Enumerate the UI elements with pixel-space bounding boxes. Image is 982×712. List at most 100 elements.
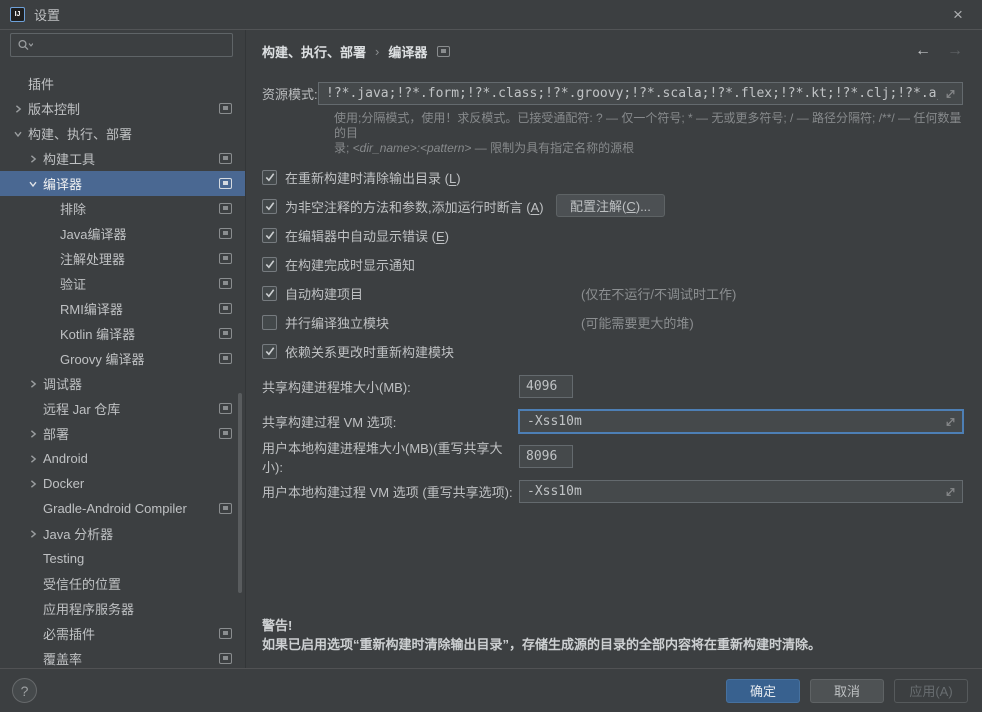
sidebar-item-11[interactable]: Groovy 编译器 (0, 346, 245, 371)
cancel-button[interactable]: 取消 (810, 679, 884, 703)
sidebar-item-label: 排除 (60, 199, 86, 218)
search-input[interactable] (37, 38, 226, 53)
checkbox-row-4: 自动构建项目(仅在不运行/不调试时工作) (262, 283, 963, 303)
sidebar-item-19[interactable]: Testing (0, 546, 245, 571)
chevron-down-icon[interactable] (13, 126, 28, 141)
sidebar-item-15[interactable]: Android (0, 446, 245, 471)
heap-size-input[interactable] (519, 375, 573, 398)
sidebar-item-label: 应用程序服务器 (43, 599, 134, 618)
apply-button[interactable]: 应用(A) (894, 679, 968, 703)
sidebar-item-2[interactable]: 构建、执行、部署 (0, 121, 245, 146)
vm-options-input[interactable] (519, 480, 963, 503)
per-project-icon (219, 228, 232, 239)
checkbox[interactable] (262, 257, 277, 272)
sidebar-item-7[interactable]: 注解处理器 (0, 246, 245, 271)
sidebar-item-1[interactable]: 版本控制 (0, 96, 245, 121)
sidebar-item-20[interactable]: 受信任的位置 (0, 571, 245, 596)
expand-icon[interactable] (945, 416, 956, 427)
field-row-3: 用户本地构建过程 VM 选项 (重写共享选项): (262, 479, 963, 504)
checkbox-label-text: 为非空注释的方法和参数,添加运行时断言 ( (285, 200, 531, 215)
sidebar-item-label: Kotlin 编译器 (60, 324, 135, 343)
sidebar-item-22[interactable]: 必需插件 (0, 621, 245, 646)
per-project-icon (219, 503, 232, 514)
sidebar-item-18[interactable]: Java 分析器 (0, 521, 245, 546)
sidebar-item-10[interactable]: Kotlin 编译器 (0, 321, 245, 346)
checkbox[interactable] (262, 315, 277, 330)
per-project-icon (437, 46, 450, 57)
sidebar-item-label: Gradle-Android Compiler (43, 501, 187, 516)
checkbox[interactable] (262, 228, 277, 243)
close-button[interactable]: × (944, 6, 972, 23)
vm-options-input[interactable] (519, 410, 963, 433)
chevron-spacer (28, 401, 43, 416)
checkbox[interactable] (262, 344, 277, 359)
checkbox-row-0: 在重新构建时清除输出目录 (L) (262, 167, 963, 187)
checkbox[interactable] (262, 170, 277, 185)
sidebar-item-3[interactable]: 构建工具 (0, 146, 245, 171)
sidebar-item-label: 验证 (60, 274, 86, 293)
sidebar-item-5[interactable]: 排除 (0, 196, 245, 221)
per-project-icon (219, 178, 232, 189)
checkbox[interactable] (262, 286, 277, 301)
sidebar-item-label: 调试器 (43, 374, 82, 393)
sidebar-item-label: 注解处理器 (60, 249, 125, 268)
per-project-icon (219, 653, 232, 664)
per-project-icon (219, 628, 232, 639)
sidebar-item-label: 覆盖率 (43, 649, 82, 668)
checkbox-label-text: ) (539, 200, 543, 215)
checkbox[interactable] (262, 199, 277, 214)
resource-patterns-input[interactable] (318, 82, 963, 105)
help-line-1: 使用;分隔模式，使用！求反模式。已接受通配符: ? — 仅一个符号; * — 无… (334, 111, 961, 140)
sidebar-item-9[interactable]: RMI编译器 (0, 296, 245, 321)
chevron-spacer (13, 76, 28, 91)
sidebar-item-label: 构建、执行、部署 (28, 124, 132, 143)
sidebar-item-0[interactable]: 插件 (0, 71, 245, 96)
build-process-fields: 共享构建进程堆大小(MB):共享构建过程 VM 选项:用户本地构建进程堆大小(M… (262, 374, 963, 504)
sidebar-item-14[interactable]: 部署 (0, 421, 245, 446)
sidebar-item-label: 构建工具 (43, 149, 95, 168)
per-project-icon (219, 278, 232, 289)
configure-annotations-button[interactable]: 配置注解(C)... (556, 194, 665, 217)
heap-size-input[interactable] (519, 445, 573, 468)
ok-button[interactable]: 确定 (726, 679, 800, 703)
settings-search-box[interactable] (10, 33, 233, 57)
sidebar-item-16[interactable]: Docker (0, 471, 245, 496)
sidebar-item-label: 插件 (28, 74, 54, 93)
sidebar-item-label: Java 分析器 (43, 524, 113, 543)
sidebar-item-6[interactable]: Java编译器 (0, 221, 245, 246)
per-project-icon (219, 253, 232, 264)
expand-icon[interactable] (945, 88, 956, 99)
chevron-right-icon[interactable] (28, 476, 43, 491)
help-button[interactable]: ? (12, 678, 37, 703)
chevron-right-icon[interactable] (28, 376, 43, 391)
chevron-right-icon[interactable] (28, 151, 43, 166)
back-button[interactable]: ← (915, 42, 931, 60)
chevron-right-icon[interactable] (28, 526, 43, 541)
chevron-spacer (45, 201, 60, 216)
sidebar-item-13[interactable]: 远程 Jar 仓库 (0, 396, 245, 421)
checkbox-label-text: ) (445, 229, 449, 244)
chevron-spacer (45, 301, 60, 316)
sidebar-item-label: 版本控制 (28, 99, 80, 118)
per-project-icon (219, 353, 232, 364)
checkbox-label: 为非空注释的方法和参数,添加运行时断言 (A) (285, 197, 544, 216)
sidebar-item-12[interactable]: 调试器 (0, 371, 245, 396)
chevron-down-icon[interactable] (28, 176, 43, 191)
forward-button[interactable]: → (947, 42, 963, 60)
sidebar-item-4[interactable]: 编译器 (0, 171, 245, 196)
chevron-right-icon[interactable] (28, 426, 43, 441)
per-project-icon (219, 328, 232, 339)
sidebar-item-label: 部署 (43, 424, 69, 443)
sidebar-item-8[interactable]: 验证 (0, 271, 245, 296)
chevron-right-icon[interactable] (13, 101, 28, 116)
checkbox-label: 并行编译独立模块 (285, 313, 389, 332)
checkbox-comment: (可能需要更大的堆) (581, 313, 694, 332)
sidebar-item-23[interactable]: 覆盖率 (0, 646, 245, 668)
sidebar-item-21[interactable]: 应用程序服务器 (0, 596, 245, 621)
breadcrumb-parent[interactable]: 构建、执行、部署 (262, 42, 366, 61)
sidebar-item-17[interactable]: Gradle-Android Compiler (0, 496, 245, 521)
sidebar-scrollbar[interactable] (238, 393, 242, 593)
per-project-icon (219, 403, 232, 414)
chevron-right-icon[interactable] (28, 451, 43, 466)
expand-icon[interactable] (945, 486, 956, 497)
